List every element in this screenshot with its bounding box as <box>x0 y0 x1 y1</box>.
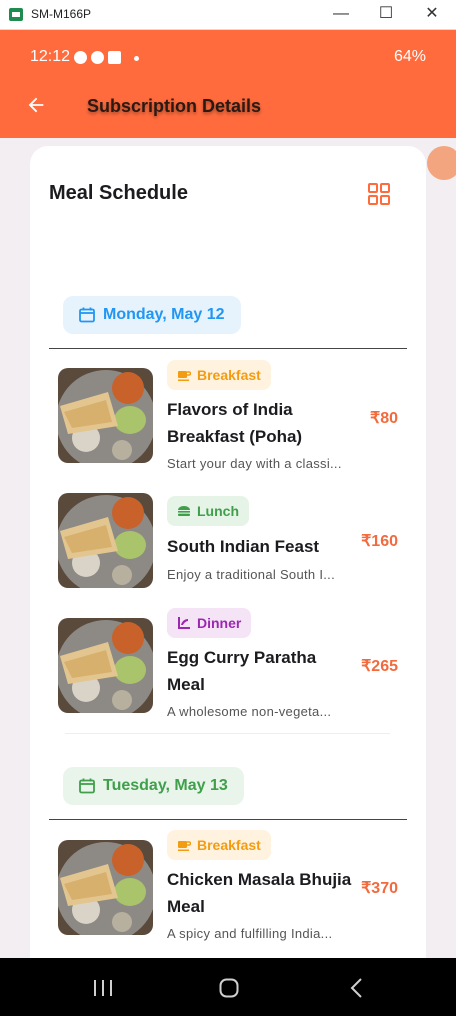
meal-type-tag: Lunch <box>167 496 249 526</box>
meal-image <box>58 618 153 713</box>
day-label: Tuesday, May 13 <box>103 777 228 794</box>
coffee-icon <box>178 841 191 851</box>
meal-price: ₹265 <box>361 658 398 675</box>
video-call-button[interactable] <box>427 146 456 180</box>
page-title: Subscription Details <box>87 96 262 116</box>
app-logo-icon <box>9 8 23 21</box>
meal-type-tag: Breakfast <box>167 360 271 390</box>
day-divider <box>49 348 407 349</box>
back-icon[interactable] <box>349 977 363 999</box>
burger-icon <box>178 506 190 516</box>
calendar-icon <box>79 307 95 323</box>
meal-separator <box>65 733 390 734</box>
home-icon[interactable] <box>219 978 239 998</box>
coffee-icon <box>178 371 191 381</box>
day-divider <box>49 819 407 820</box>
meal-type-tag: Dinner <box>167 608 252 638</box>
meal-price: ₹80 <box>370 410 398 427</box>
meal-item[interactable]: Breakfast Flavors of India Breakfast (Po… <box>58 360 398 471</box>
day-label: Monday, May 12 <box>103 306 225 323</box>
minimize-button[interactable]: — <box>331 4 351 24</box>
meal-name: Chicken Masala Bhujia Meal <box>167 870 352 916</box>
facebook-icon <box>91 51 104 64</box>
window-title: SM-M166P <box>31 7 92 21</box>
meal-description: A spicy and fulfilling India... <box>167 926 333 941</box>
meal-type-tag: Breakfast <box>167 830 271 860</box>
meal-image <box>58 368 153 463</box>
system-navigation-bar <box>0 958 456 1016</box>
grid-view-icon[interactable] <box>368 183 390 205</box>
meal-item[interactable]: Dinner Egg Curry Paratha Meal A wholesom… <box>58 608 398 719</box>
meal-item[interactable]: Breakfast Chicken Masala Bhujia Meal A s… <box>58 830 398 941</box>
gallery-icon <box>108 51 121 64</box>
day-header-monday: Monday, May 12 <box>63 296 241 334</box>
window-titlebar: SM-M166P — ☐ ✕ <box>0 0 456 30</box>
dinner-icon <box>178 617 190 629</box>
battery-level: 64% <box>393 48 426 65</box>
card-title: Meal Schedule <box>49 182 188 204</box>
meal-price: ₹370 <box>361 880 398 897</box>
meal-type-label: Lunch <box>197 503 239 519</box>
meal-image <box>58 840 153 935</box>
maximize-button[interactable]: ☐ <box>376 4 396 24</box>
meal-name: Flavors of India Breakfast (Poha) <box>167 400 303 446</box>
meal-description: Enjoy a traditional South I... <box>167 567 335 582</box>
meal-description: A wholesome non-vegeta... <box>167 704 332 719</box>
meal-type-label: Dinner <box>197 615 242 631</box>
app-bar: 12:12 64% Subscription Details <box>0 30 456 138</box>
status-notification-icons <box>74 51 139 64</box>
close-button[interactable]: ✕ <box>422 4 442 24</box>
facebook-icon <box>74 51 87 64</box>
meal-type-label: Breakfast <box>197 367 261 383</box>
recent-apps-icon[interactable] <box>93 979 113 997</box>
calendar-icon <box>79 778 95 794</box>
status-time: 12:12 <box>30 48 71 65</box>
meal-item[interactable]: Lunch South Indian Feast Enjoy a traditi… <box>58 493 398 609</box>
meal-price: ₹160 <box>361 533 398 550</box>
meal-type-label: Breakfast <box>197 837 261 853</box>
back-arrow-icon[interactable] <box>25 94 47 116</box>
day-header-tuesday: Tuesday, May 13 <box>63 767 244 805</box>
meal-schedule-card: Meal Schedule Monday, May 12 Breakfast F… <box>30 146 426 976</box>
meal-name: Egg Curry Paratha Meal <box>167 648 317 694</box>
meal-description: Start your day with a classi... <box>167 456 342 471</box>
meal-image <box>58 493 153 588</box>
more-notifications-dot-icon <box>134 56 139 61</box>
meal-name: South Indian Feast <box>167 537 320 556</box>
